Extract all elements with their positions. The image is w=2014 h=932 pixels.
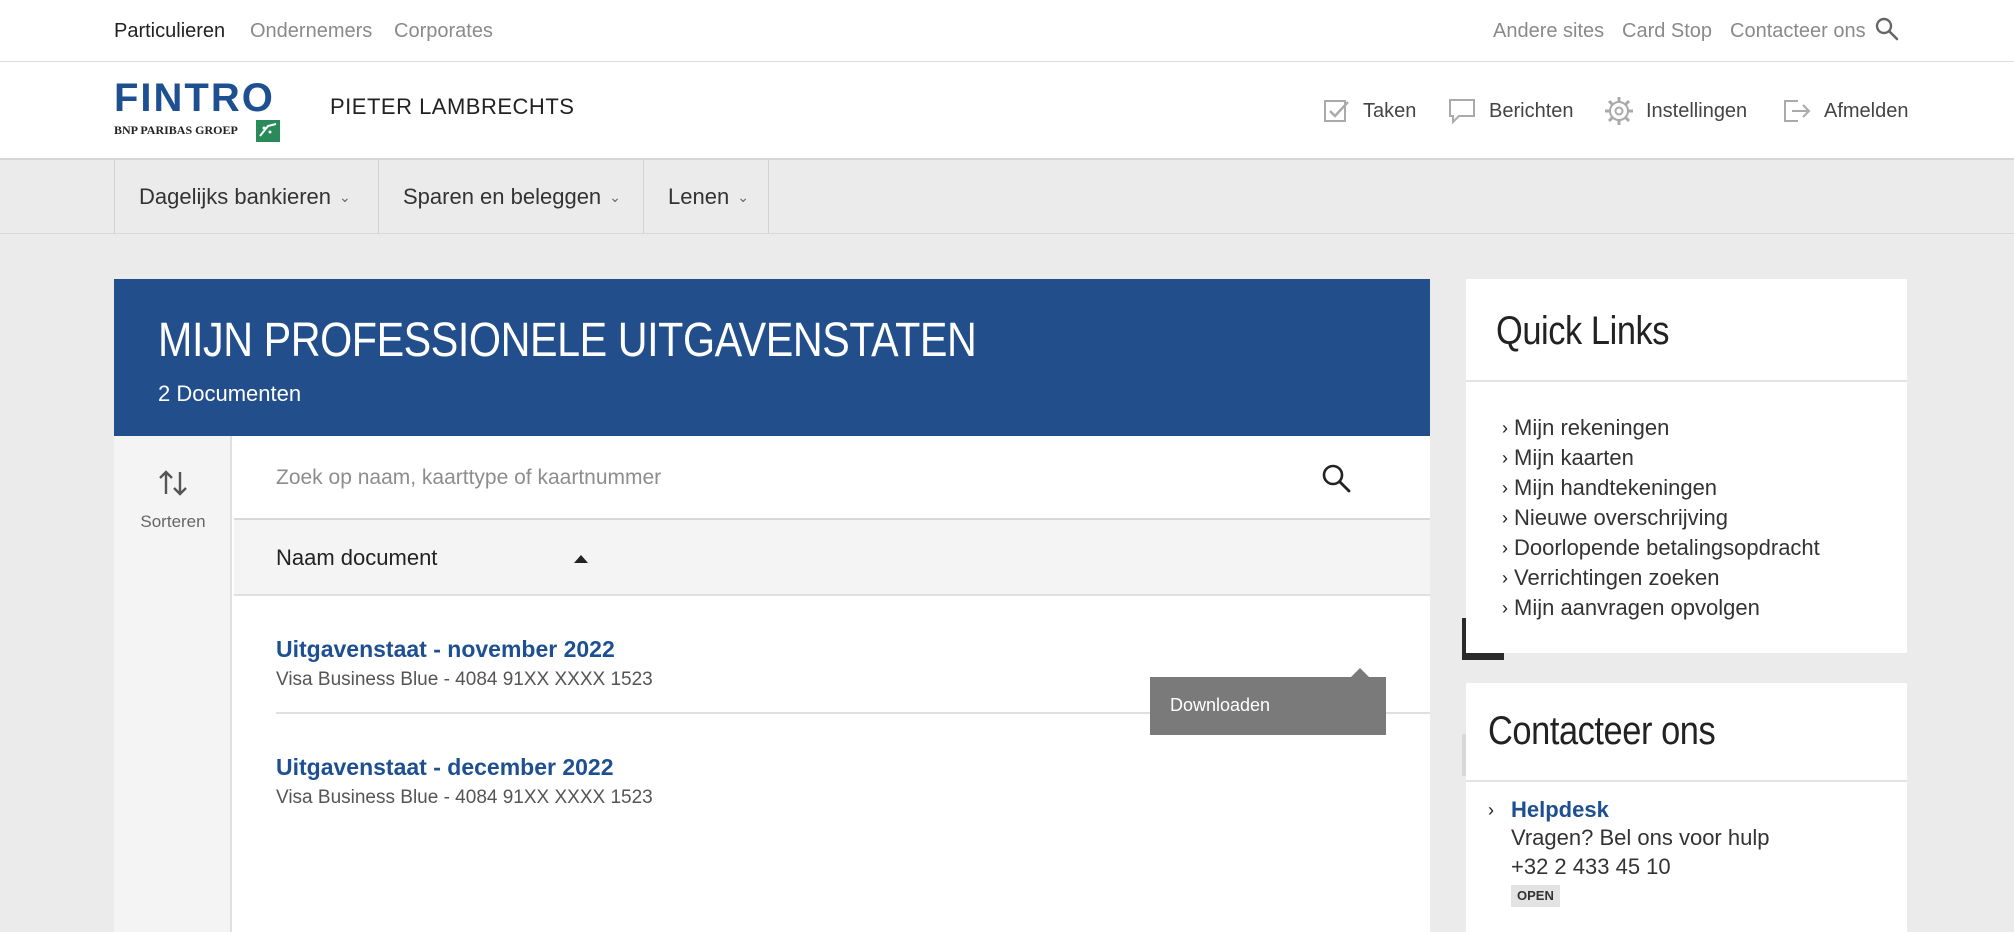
panel-header: MIJN PROFESSIONELE UITGAVENSTATEN 2 Docu… (114, 279, 1430, 436)
download-option[interactable]: Downloaden (1170, 695, 1270, 716)
quick-link-mijn-kaarten[interactable]: › Mijn kaarten (1502, 445, 1634, 471)
logo-wordmark: FINTRO (114, 76, 275, 120)
card-divider (1466, 380, 1907, 382)
quick-link-label: Mijn handtekeningen (1514, 475, 1718, 500)
chevron-down-icon: ⌄ (737, 188, 749, 205)
nav-sparen-en-beleggen[interactable]: Sparen en beleggen ⌄ (378, 160, 643, 234)
documents-panel: MIJN PROFESSIONELE UITGAVENSTATEN 2 Docu… (114, 279, 1504, 932)
utility-bar: Particulieren Ondernemers Corporates And… (0, 0, 2014, 62)
chevron-right-icon: › (1502, 417, 1508, 438)
link-card-stop[interactable]: Card Stop (1622, 20, 1712, 43)
document-link[interactable]: Uitgavenstaat - december 2022 (276, 754, 614, 781)
header-berichten-label: Berichten (1489, 99, 1574, 122)
header-afmelden-label: Afmelden (1824, 99, 1909, 122)
header-taken[interactable]: Taken (1323, 96, 1416, 126)
document-count: 2 Documenten (158, 381, 302, 406)
quick-link-label: Mijn kaarten (1514, 445, 1634, 470)
link-andere-sites[interactable]: Andere sites (1493, 20, 1604, 43)
segment-corporates[interactable]: Corporates (394, 20, 493, 43)
helpdesk-description: Vragen? Bel ons voor hulp (1511, 825, 1770, 850)
quick-link-mijn-handtekeningen[interactable]: › Mijn handtekeningen (1502, 475, 1717, 501)
nav-lenen[interactable]: Lenen ⌄ (643, 160, 768, 234)
main-nav: Dagelijks bankieren ⌄ Sparen en beleggen ⌄… (0, 160, 2014, 234)
link-contacteer-ons[interactable]: Contacteer ons (1730, 20, 1866, 43)
checkbox-icon (1324, 100, 1349, 122)
status-badge: OPEN (1511, 885, 1560, 907)
header-berichten[interactable]: Berichten (1447, 96, 1574, 126)
quick-link-verrichtingen-zoeken[interactable]: › Verrichtingen zoeken (1502, 565, 1719, 591)
document-link[interactable]: Uitgavenstaat - november 2022 (276, 636, 615, 663)
sort-button[interactable]: Sorteren (114, 436, 232, 932)
sort-arrows-icon (159, 470, 187, 496)
segment-particulieren[interactable]: Particulieren (114, 20, 225, 43)
document-meta: Visa Business Blue - 4084 91XX XXXX 1523 (276, 669, 653, 690)
nav-label: Lenen (668, 184, 730, 209)
nav-dagelijks-bankieren[interactable]: Dagelijks bankieren ⌄ (114, 160, 378, 234)
column-header-label: Naam document (276, 545, 438, 570)
chevron-right-icon: › (1502, 597, 1508, 618)
nav-divider (768, 160, 769, 234)
search-icon[interactable] (1320, 462, 1352, 494)
chevron-right-icon: › (1502, 537, 1508, 558)
search-bar (234, 436, 1430, 520)
quick-link-label: Doorlopende betalingsopdracht (1514, 535, 1820, 560)
chevron-right-icon: › (1502, 477, 1508, 498)
nav-label: Sparen en beleggen (403, 184, 602, 209)
sort-label: Sorteren (140, 512, 206, 531)
nav-label: Dagelijks bankieren (139, 184, 331, 209)
quick-link-label: Mijn rekeningen (1514, 415, 1670, 440)
logo-subtitle: BNP PARIBAS GROEP (114, 123, 238, 137)
page-title: MIJN PROFESSIONELE UITGAVENSTATEN (158, 314, 977, 367)
document-meta: Visa Business Blue - 4084 91XX XXXX 1523 (276, 787, 653, 808)
quick-link-label: Verrichtingen zoeken (1514, 565, 1720, 590)
gear-icon (1605, 97, 1633, 125)
quick-link-mijn-rekeningen[interactable]: › Mijn rekeningen (1502, 415, 1669, 441)
quick-link-label: Mijn aanvragen opvolgen (1514, 595, 1760, 620)
fintro-logo[interactable]: FINTRO BNP PARIBAS GROEP (114, 76, 284, 142)
chevron-right-icon: › (1488, 800, 1494, 820)
sort-ascending-icon (574, 555, 588, 563)
column-header-naam-document[interactable]: Naam document (234, 520, 1430, 596)
contact-card: Contacteer ons › Helpdesk Vragen? Bel on… (1466, 683, 1907, 932)
logout-icon (1784, 100, 1811, 122)
quick-link-label: Nieuwe overschrijving (1514, 505, 1728, 530)
card-divider (1466, 780, 1907, 782)
header-afmelden[interactable]: Afmelden (1782, 96, 1909, 126)
contact-title: Contacteer ons (1488, 709, 1716, 753)
quick-links-title: Quick Links (1496, 309, 1670, 353)
chevron-down-icon: ⌄ (339, 188, 351, 205)
user-name: PIETER LAMBRECHTS (330, 94, 575, 119)
download-popover[interactable]: Downloaden (1150, 668, 1386, 735)
message-icon (1449, 99, 1475, 125)
search-input[interactable] (276, 458, 1276, 498)
header-taken-label: Taken (1363, 99, 1417, 122)
helpdesk-phone[interactable]: +32 2 433 45 10 (1511, 854, 1671, 880)
search-icon[interactable] (1874, 16, 1900, 42)
helpdesk-link[interactable]: Helpdesk (1511, 797, 1609, 823)
chevron-right-icon: › (1502, 567, 1508, 588)
segment-ondernemers[interactable]: Ondernemers (250, 20, 372, 43)
bnp-star-icon (256, 120, 280, 142)
site-header: FINTRO BNP PARIBAS GROEP PIETER LAMBRECH… (0, 62, 2014, 160)
chevron-right-icon: › (1502, 447, 1508, 468)
chevron-down-icon: ⌄ (609, 188, 621, 205)
quick-link-nieuwe-overschrijving[interactable]: › Nieuwe overschrijving (1502, 505, 1728, 531)
quick-link-doorlopende-betalingsopdracht[interactable]: › Doorlopende betalingsopdracht (1502, 535, 1820, 561)
quick-link-mijn-aanvragen-opvolgen[interactable]: › Mijn aanvragen opvolgen (1502, 595, 1760, 621)
header-instellingen-label: Instellingen (1646, 99, 1748, 122)
chevron-right-icon: › (1502, 507, 1508, 528)
quick-links-card: Quick Links › Mijn rekeningen › Mijn kaart… (1466, 279, 1907, 653)
header-instellingen[interactable]: Instellingen (1604, 96, 1747, 126)
